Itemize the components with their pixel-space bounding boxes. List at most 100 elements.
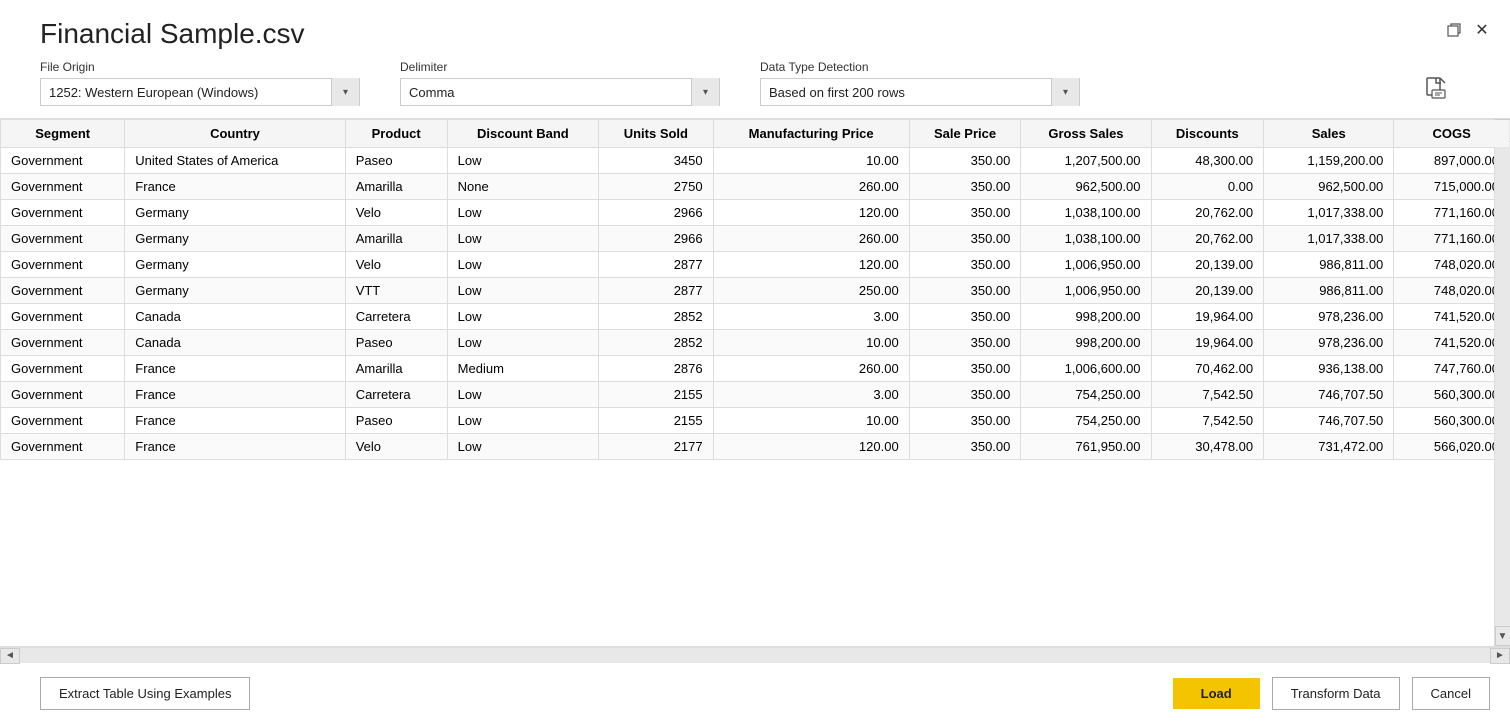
table-cell: 250.00 <box>713 278 909 304</box>
load-button[interactable]: Load <box>1173 678 1260 709</box>
header-row: SegmentCountryProductDiscount BandUnits … <box>1 120 1510 148</box>
file-icon-button[interactable] <box>1422 74 1450 102</box>
table-cell: Low <box>447 304 598 330</box>
table-cell: 560,300.00 <box>1394 382 1510 408</box>
col-header: Sale Price <box>909 120 1021 148</box>
table-row: GovernmentFranceAmarillaNone2750260.0035… <box>1 174 1510 200</box>
close-button[interactable]: ✕ <box>1474 22 1490 38</box>
scroll-left-arrow[interactable]: ◄ <box>0 648 20 664</box>
table-cell: Paseo <box>345 408 447 434</box>
table-cell: Canada <box>125 304 345 330</box>
table-cell: 350.00 <box>909 382 1021 408</box>
table-cell: 560,300.00 <box>1394 408 1510 434</box>
data-type-group: Data Type Detection Based on first 200 r… <box>760 60 1080 106</box>
data-table: SegmentCountryProductDiscount BandUnits … <box>0 119 1510 460</box>
table-cell: 761,950.00 <box>1021 434 1151 460</box>
table-cell: 748,020.00 <box>1394 252 1510 278</box>
extract-table-button[interactable]: Extract Table Using Examples <box>40 677 250 710</box>
table-cell: 1,006,950.00 <box>1021 252 1151 278</box>
table-cell: Carretera <box>345 382 447 408</box>
table-cell: France <box>125 434 345 460</box>
table-cell: Government <box>1 356 125 382</box>
table-cell: 7,542.50 <box>1151 382 1264 408</box>
table-cell: Velo <box>345 434 447 460</box>
scroll-down-arrow[interactable]: ▼ <box>1495 626 1510 646</box>
file-origin-select[interactable]: 1252: Western European (Windows) ▾ <box>40 78 360 106</box>
table-cell: 120.00 <box>713 252 909 278</box>
table-cell: 754,250.00 <box>1021 382 1151 408</box>
delimiter-label: Delimiter <box>400 60 720 74</box>
table-container[interactable]: SegmentCountryProductDiscount BandUnits … <box>0 119 1510 646</box>
table-cell: 3.00 <box>713 304 909 330</box>
col-header: Units Sold <box>599 120 714 148</box>
table-row: GovernmentFranceVeloLow2177120.00350.007… <box>1 434 1510 460</box>
table-cell: Government <box>1 226 125 252</box>
scroll-right-arrow[interactable]: ► <box>1490 648 1510 664</box>
table-row: GovernmentCanadaPaseoLow285210.00350.009… <box>1 330 1510 356</box>
table-cell: 2177 <box>599 434 714 460</box>
restore-button[interactable] <box>1446 22 1462 38</box>
delimiter-group: Delimiter Comma ▾ <box>400 60 720 106</box>
table-cell: Low <box>447 252 598 278</box>
table-cell: 1,038,100.00 <box>1021 226 1151 252</box>
controls-right <box>1422 74 1470 106</box>
col-header: Manufacturing Price <box>713 120 909 148</box>
cancel-button[interactable]: Cancel <box>1412 677 1490 710</box>
table-cell: 120.00 <box>713 434 909 460</box>
table-cell: Government <box>1 330 125 356</box>
horizontal-scrollbar[interactable]: ◄ ► <box>0 647 1510 663</box>
table-cell: Amarilla <box>345 174 447 200</box>
table-cell: 350.00 <box>909 278 1021 304</box>
data-type-arrow[interactable]: ▾ <box>1051 78 1079 106</box>
dialog-title: Financial Sample.csv <box>40 18 305 50</box>
table-cell: 748,020.00 <box>1394 278 1510 304</box>
table-cell: Low <box>447 278 598 304</box>
table-cell: 350.00 <box>909 200 1021 226</box>
table-cell: 70,462.00 <box>1151 356 1264 382</box>
table-cell: 741,520.00 <box>1394 304 1510 330</box>
footer: Extract Table Using Examples Load Transf… <box>0 663 1510 724</box>
window-controls: ✕ <box>1446 18 1490 38</box>
table-cell: 350.00 <box>909 148 1021 174</box>
table-cell: 1,017,338.00 <box>1264 200 1394 226</box>
table-cell: 20,139.00 <box>1151 278 1264 304</box>
table-row: GovernmentFranceCarreteraLow21553.00350.… <box>1 382 1510 408</box>
table-cell: Low <box>447 200 598 226</box>
delimiter-value: Comma <box>401 85 691 100</box>
table-cell: France <box>125 174 345 200</box>
file-origin-value: 1252: Western European (Windows) <box>41 85 331 100</box>
table-cell: 260.00 <box>713 174 909 200</box>
delimiter-arrow[interactable]: ▾ <box>691 78 719 106</box>
table-cell: 2155 <box>599 382 714 408</box>
table-header: SegmentCountryProductDiscount BandUnits … <box>1 120 1510 148</box>
table-cell: 2966 <box>599 200 714 226</box>
table-cell: Medium <box>447 356 598 382</box>
table-area: SegmentCountryProductDiscount BandUnits … <box>0 118 1510 647</box>
table-cell: France <box>125 408 345 434</box>
col-header: Gross Sales <box>1021 120 1151 148</box>
data-type-select[interactable]: Based on first 200 rows ▾ <box>760 78 1080 106</box>
vertical-scrollbar[interactable]: ▲ ▼ <box>1494 119 1510 646</box>
table-cell: 2852 <box>599 330 714 356</box>
h-scroll-track[interactable] <box>20 648 1490 663</box>
data-type-value: Based on first 200 rows <box>761 85 1051 100</box>
table-cell: 350.00 <box>909 252 1021 278</box>
table-cell: 0.00 <box>1151 174 1264 200</box>
table-cell: France <box>125 382 345 408</box>
table-cell: 1,006,600.00 <box>1021 356 1151 382</box>
table-row: GovernmentUnited States of AmericaPaseoL… <box>1 148 1510 174</box>
table-cell: Government <box>1 434 125 460</box>
table-cell: 19,964.00 <box>1151 304 1264 330</box>
table-cell: 978,236.00 <box>1264 304 1394 330</box>
scroll-track[interactable] <box>1495 139 1510 626</box>
table-cell: 936,138.00 <box>1264 356 1394 382</box>
delimiter-select[interactable]: Comma ▾ <box>400 78 720 106</box>
table-cell: 741,520.00 <box>1394 330 1510 356</box>
table-row: GovernmentGermanyVeloLow2877120.00350.00… <box>1 252 1510 278</box>
transform-data-button[interactable]: Transform Data <box>1272 677 1400 710</box>
table-cell: Amarilla <box>345 226 447 252</box>
table-cell: 2750 <box>599 174 714 200</box>
file-origin-arrow[interactable]: ▾ <box>331 78 359 106</box>
table-cell: Paseo <box>345 148 447 174</box>
table-row: GovernmentGermanyVeloLow2966120.00350.00… <box>1 200 1510 226</box>
